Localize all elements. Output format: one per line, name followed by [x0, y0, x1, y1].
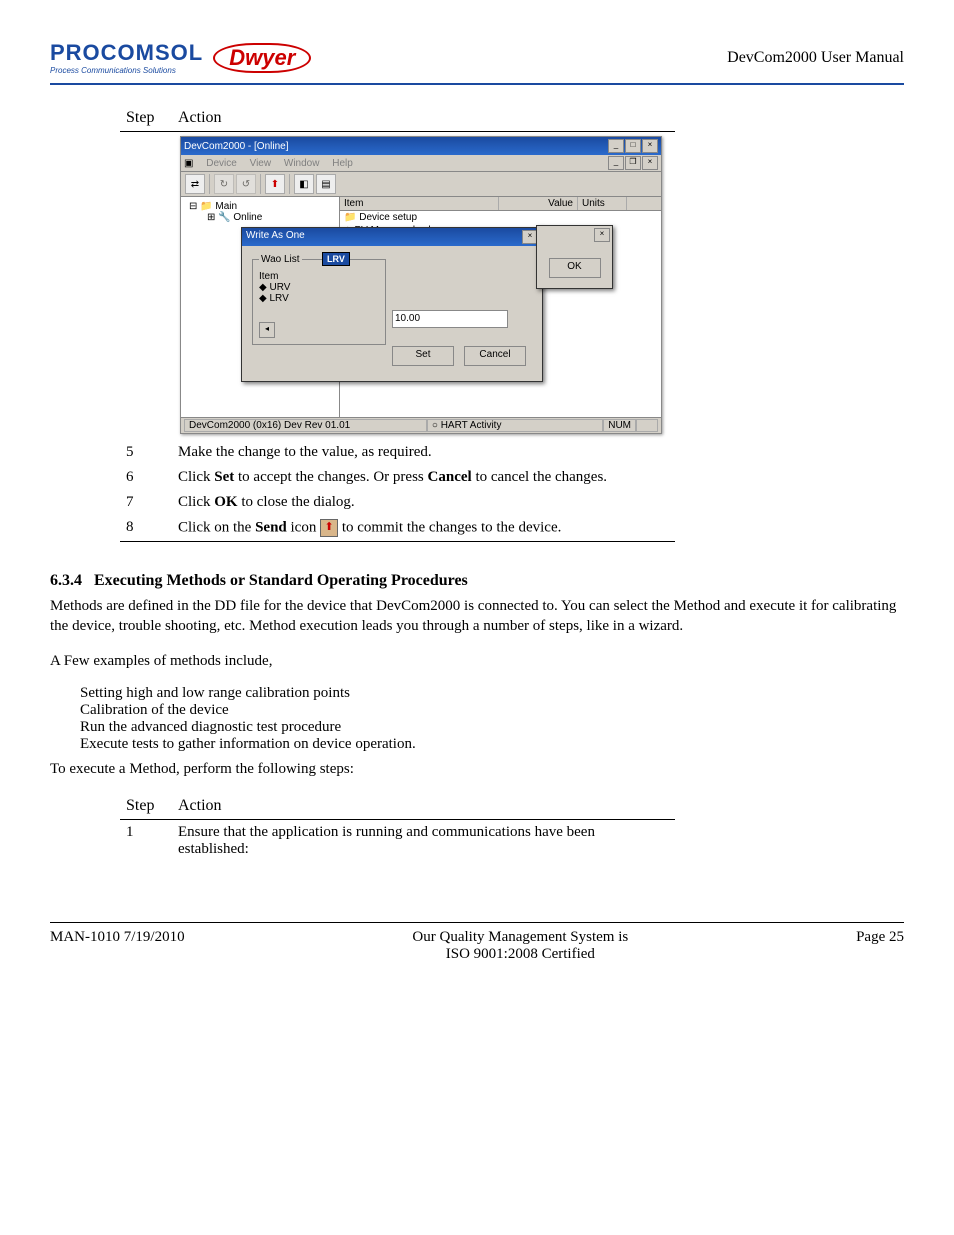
status-left: DevCom2000 (0x16) Dev Rev 01.01: [184, 419, 427, 432]
mdi-minimize-icon[interactable]: _: [608, 156, 624, 170]
window-buttons: _ □ ×: [608, 139, 658, 153]
toolbar-btn-1[interactable]: ⇄: [185, 174, 205, 194]
toolbar-btn-3[interactable]: ↺: [236, 174, 256, 194]
footer-right: Page 25: [856, 929, 904, 963]
section-heading: 6.3.4 Executing Methods or Standard Oper…: [50, 572, 904, 590]
toolbar-send-icon[interactable]: ⬆: [265, 174, 285, 194]
menu-help[interactable]: Help: [332, 158, 353, 169]
message-box: × OK: [536, 225, 613, 289]
urv-item[interactable]: ◆ URV: [259, 282, 379, 293]
dwyer-logo: Dwyer: [213, 43, 311, 73]
menu-window[interactable]: Window: [284, 158, 320, 169]
tree-child[interactable]: ⊞ 🔧 Online: [185, 212, 335, 223]
toolbar-btn-6[interactable]: ▤: [316, 174, 336, 194]
value-input[interactable]: 10.00: [392, 310, 508, 328]
list-hdr-item[interactable]: Item: [340, 197, 499, 210]
col-action: Action: [172, 793, 675, 820]
lrv-highlight: LRV: [322, 252, 350, 266]
mdi-restore-icon[interactable]: ❐: [625, 156, 641, 170]
write-as-one-dialog: Write As One × LRV Wao List Item ◆ URV ◆…: [241, 227, 543, 382]
manual-title: DevCom2000 User Manual: [727, 49, 904, 67]
para: To execute a Method, perform the followi…: [50, 759, 904, 779]
set-button[interactable]: Set: [392, 346, 454, 366]
app-title: DevCom2000 - [Online]: [184, 141, 289, 152]
mdi-close-icon[interactable]: ×: [642, 156, 658, 170]
logo-group: PROCOMSOL Process Communications Solutio…: [50, 40, 311, 75]
app-window: DevCom2000 - [Online] _ □ × ▣ Device Vie…: [180, 136, 662, 434]
step-table-2: Step Action 1 Ensure that the applicatio…: [120, 793, 675, 862]
footer-left: MAN-1010 7/19/2010: [50, 929, 185, 963]
step-action: Make the change to the value, as require…: [172, 440, 675, 465]
tree-root[interactable]: ⊟ 📁 Main: [185, 201, 335, 212]
app-titlebar: DevCom2000 - [Online] _ □ ×: [181, 137, 661, 155]
step-num: 5: [120, 440, 172, 465]
maximize-icon[interactable]: □: [625, 139, 641, 153]
menu-device[interactable]: Device: [206, 158, 237, 169]
status-bar: DevCom2000 (0x16) Dev Rev 01.01 ○ HART A…: [181, 417, 661, 433]
list-row[interactable]: 📁 Device setup: [340, 211, 661, 224]
toolbar: ⇄ ↻ ↺ ⬆ ◧ ▤: [181, 172, 661, 197]
col-action: Action: [172, 105, 675, 132]
step-action: Click on the Send icon ⬆ to commit the c…: [172, 515, 675, 542]
procomsol-logo: PROCOMSOL Process Communications Solutio…: [50, 40, 203, 75]
minimize-icon[interactable]: _: [608, 139, 624, 153]
lrv-item[interactable]: ◆ LRV: [259, 293, 379, 304]
toolbar-btn-2[interactable]: ↻: [214, 174, 234, 194]
mdi-bar: ▣ Device View Window Help _ ❐ ×: [181, 155, 661, 172]
step-num: 8: [120, 515, 172, 542]
footer-center: Our Quality Management System is ISO 900…: [185, 929, 856, 963]
status-num: NUM: [603, 419, 636, 432]
examples-block: Setting high and low range calibration p…: [80, 685, 904, 753]
col-step: Step: [120, 105, 172, 132]
step-num: 6: [120, 465, 172, 490]
toolbar-btn-5[interactable]: ◧: [294, 174, 314, 194]
example-line: Setting high and low range calibration p…: [80, 685, 904, 702]
cancel-button[interactable]: Cancel: [464, 346, 526, 366]
menu-bar: ▣ Device View Window Help: [184, 158, 363, 169]
msg-close-icon[interactable]: ×: [594, 228, 610, 242]
example-line: Run the advanced diagnostic test procedu…: [80, 719, 904, 736]
example-line: Calibration of the device: [80, 702, 904, 719]
para: Methods are defined in the DD file for t…: [50, 596, 904, 637]
step-num: 7: [120, 490, 172, 515]
menu-view[interactable]: View: [250, 158, 272, 169]
para: A Few examples of methods include,: [50, 651, 904, 671]
step-table-1: Step Action DevCom2000 - [Online] _ □ × …: [120, 105, 675, 542]
step-action: Click Set to accept the changes. Or pres…: [172, 465, 675, 490]
wao-list-group: Wao List Item ◆ URV ◆ LRV ◂: [252, 254, 386, 345]
send-icon: ⬆: [320, 519, 338, 537]
step-num: 1: [120, 820, 172, 863]
col-step: Step: [120, 793, 172, 820]
step-action: Click OK to close the dialog.: [172, 490, 675, 515]
list-hdr-units[interactable]: Units: [578, 197, 627, 210]
example-line: Execute tests to gather information on d…: [80, 736, 904, 753]
scroll-left-icon[interactable]: ◂: [259, 322, 275, 338]
group-header: Item: [259, 271, 379, 282]
ok-button[interactable]: OK: [549, 258, 601, 278]
page-header: PROCOMSOL Process Communications Solutio…: [50, 40, 904, 85]
step-action: Ensure that the application is running a…: [172, 820, 675, 863]
close-icon[interactable]: ×: [642, 139, 658, 153]
dialog-title: Write As One: [246, 230, 305, 244]
status-mid: ○ HART Activity: [427, 419, 603, 432]
list-hdr-value[interactable]: Value: [499, 197, 578, 210]
page-footer: MAN-1010 7/19/2010 Our Quality Managemen…: [50, 922, 904, 963]
